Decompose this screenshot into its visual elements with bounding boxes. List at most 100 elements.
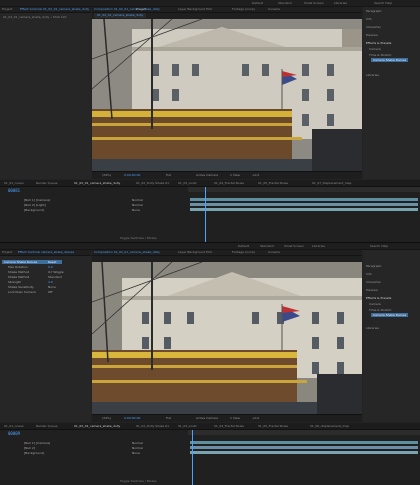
tab-effect-controls[interactable]: Effect Controls camera_shake_deluxe	[18, 250, 74, 255]
rp-paragraph[interactable]: Paragraph	[366, 9, 381, 13]
viewer-subtab[interactable]: 01_02_01_camera_shake_dolly	[94, 13, 147, 18]
rp-character[interactable]: Character	[366, 25, 381, 29]
tl-tab-6[interactable]: 01_05_Fractal Noise	[258, 180, 288, 186]
layer-mode-1[interactable]: Normal	[132, 446, 143, 450]
rp-camera[interactable]: Camera	[369, 302, 381, 306]
rp-libraries[interactable]: Libraries	[366, 326, 379, 330]
layer-row-2[interactable]: [Background]	[24, 451, 44, 455]
tab-effect-controls[interactable]: Effect Controls 01_02_01_camera_shake_do…	[20, 7, 89, 12]
menu-libraries[interactable]: Libraries	[312, 243, 325, 249]
viewer-timecode[interactable]: 0:00:00:00	[124, 172, 140, 179]
tl-tab-4[interactable]: 01_03_Lootz	[178, 423, 197, 429]
layer-row-1[interactable]: [Null 2]	[24, 446, 35, 450]
layer-bar-2[interactable]	[190, 451, 418, 454]
layer-bar-1[interactable]	[190, 446, 418, 449]
tl-tab-3[interactable]: 01_02_Dolly Shake 01	[136, 423, 169, 429]
exposure-value[interactable]: +0.0	[252, 172, 259, 179]
time-ruler[interactable]	[188, 430, 420, 435]
layer-row-0[interactable]: [Null 1] [Camera]	[24, 198, 50, 202]
tl-tab-2[interactable]: 01_02_01_camera_shake_dolly	[74, 180, 120, 186]
tab-footage[interactable]: Footage (none)	[232, 250, 255, 255]
tab-composition[interactable]: Composition 01_02_01_camera_shake_dolly	[94, 250, 160, 255]
menu-default[interactable]: Default	[238, 243, 249, 249]
menu-default[interactable]: Default	[252, 0, 263, 6]
layer-bar-0[interactable]	[190, 441, 418, 444]
tab-console[interactable]: Console	[268, 250, 280, 255]
tl-tab-5[interactable]: 01_04_Fractal Noise	[214, 423, 244, 429]
tab-console[interactable]: Console	[268, 7, 280, 12]
tl-tab-6[interactable]: 01_05_Fractal Noise	[258, 423, 288, 429]
layer-mode-0[interactable]: Normal	[132, 441, 143, 445]
layer-mode-2[interactable]: None	[132, 451, 140, 455]
rp-time-stretch[interactable]: Time & Stretch	[369, 308, 391, 312]
tl-tab-7[interactable]: 01_06_displacement_map	[310, 423, 349, 429]
tab-project[interactable]: Project	[2, 250, 12, 255]
exposure-value[interactable]: +0.0	[252, 415, 259, 422]
viewer-timecode[interactable]: 0:00:00:00	[124, 415, 140, 422]
menu-small-screen[interactable]: Small Screen	[284, 243, 304, 249]
layer-row-1[interactable]: [Null 2] [Light]	[24, 203, 46, 207]
menu-standard[interactable]: Standard	[260, 243, 274, 249]
rp-preview[interactable]: Preview	[366, 288, 378, 292]
tl-tab-0[interactable]: 01_01_ocean	[4, 423, 24, 429]
prop-value-1[interactable]: 0.0	[48, 265, 53, 269]
layer-bar-2[interactable]	[190, 208, 418, 211]
rp-info[interactable]: Info	[366, 17, 372, 21]
menu-search-help[interactable]: Search Help	[374, 0, 392, 6]
timeline-timecode[interactable]: 00009	[8, 431, 20, 436]
prop-value-2[interactable]: X-Y Wiggle	[48, 270, 64, 274]
tl-tab-5[interactable]: 01_04_Fractal Noise	[214, 180, 244, 186]
layer-mode-1[interactable]: Normal	[132, 203, 143, 207]
menu-libraries[interactable]: Libraries	[334, 0, 347, 6]
viewer-canvas[interactable]	[92, 262, 362, 414]
rp-info[interactable]: Info	[366, 272, 372, 276]
layer-mode-0[interactable]: Normal	[132, 198, 143, 202]
tl-tab-7[interactable]: 01_07_Displacement_map	[312, 180, 351, 186]
tl-tab-3[interactable]: 01_02_Dolly Shake 01	[136, 180, 169, 186]
menu-small-screen[interactable]: Small Screen	[304, 0, 324, 6]
view-layout-dropdown[interactable]: 1 View	[230, 415, 240, 422]
rp-selected-effect[interactable]: Camera Shake Deluxe	[371, 58, 409, 62]
timeline-timecode[interactable]: 00081	[8, 188, 20, 193]
tab-layer[interactable]: Layer Background Plot	[178, 7, 212, 12]
prop-value-0[interactable]: Reset	[48, 260, 56, 264]
layer-bar-0[interactable]	[190, 198, 418, 201]
time-ruler[interactable]	[188, 187, 420, 192]
resolution-dropdown[interactable]: Full	[166, 415, 171, 422]
view-layout-dropdown[interactable]: 1 View	[230, 172, 240, 179]
prop-value-3[interactable]: Standard	[48, 275, 62, 279]
layer-mode-2[interactable]: None	[132, 208, 140, 212]
rp-effects-presets[interactable]: Effects & Presets	[366, 41, 391, 45]
rp-character[interactable]: Character	[366, 280, 381, 284]
layer-row-0[interactable]: [Null 1] [Camera]	[24, 441, 50, 445]
tl-tab-0[interactable]: 01_01_ocean	[4, 180, 24, 186]
resolution-dropdown[interactable]: Full	[166, 172, 171, 179]
rp-libraries[interactable]: Libraries	[366, 73, 379, 77]
tl-tab-2[interactable]: 01_02_01_camera_shake_dolly	[74, 423, 120, 429]
tab-footage[interactable]: Footage (none)	[232, 7, 255, 12]
tl-tab-1[interactable]: Render Queue	[36, 423, 58, 429]
zoom-dropdown[interactable]: (34%)	[102, 415, 111, 422]
rp-paragraph[interactable]: Paragraph	[366, 264, 381, 268]
timeline-status[interactable]: Toggle Switches / Modes	[120, 236, 157, 240]
prop-value-5[interactable]: None	[48, 285, 56, 289]
layer-row-2[interactable]: [Background]	[24, 208, 44, 212]
camera-dropdown[interactable]: Active Camera	[196, 415, 218, 422]
rp-effects-presets[interactable]: Effects & Presets	[366, 296, 391, 300]
tab-composition[interactable]: Composition 01_02_01_camera_shake_dolly	[94, 7, 160, 12]
menu-search-help[interactable]: Search Help	[370, 243, 388, 249]
current-time-indicator[interactable]	[192, 430, 193, 485]
layer-bar-1[interactable]	[190, 203, 418, 206]
tab-project[interactable]: Project	[2, 7, 12, 12]
tl-tab-4[interactable]: 01_03_Lootz	[178, 180, 197, 186]
prop-value-6[interactable]: Off	[48, 290, 52, 294]
rp-time-stretch[interactable]: Time & Stretch	[369, 53, 391, 57]
rp-selected-effect[interactable]: Camera Shake Deluxe	[371, 313, 409, 317]
tl-tab-1[interactable]: Render Queue	[36, 180, 58, 186]
prop-name-0[interactable]: Camera Shake Deluxe	[4, 260, 37, 264]
current-time-indicator[interactable]	[205, 187, 206, 242]
camera-dropdown[interactable]: Active Camera	[196, 172, 218, 179]
menu-standard[interactable]: Standard	[278, 0, 292, 6]
tab-layer[interactable]: Layer Background Plot	[178, 250, 212, 255]
prop-value-4[interactable]: 4.0	[48, 280, 53, 284]
